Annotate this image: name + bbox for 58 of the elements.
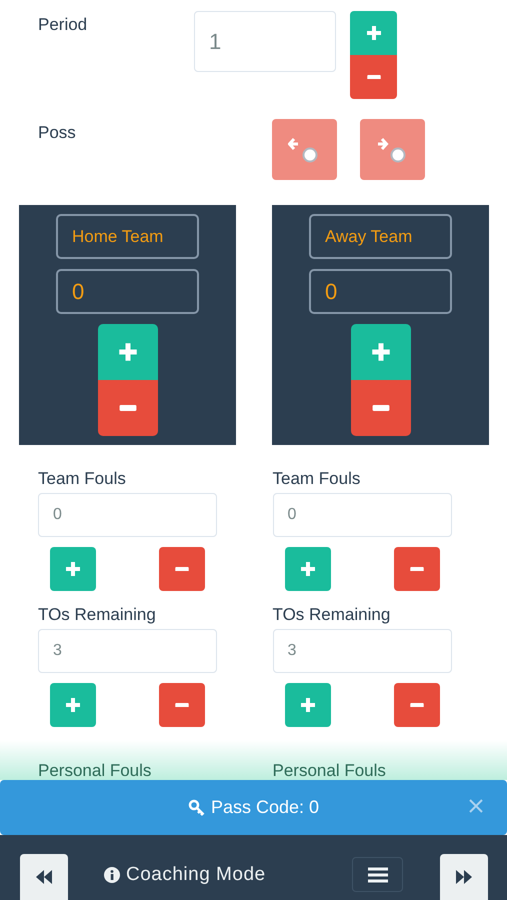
- plus-icon: [300, 697, 316, 713]
- decrement-button[interactable]: [159, 547, 205, 591]
- plus-icon: [65, 561, 81, 577]
- stat-field[interactable]: 0: [38, 493, 217, 537]
- rewind-button[interactable]: [20, 854, 68, 900]
- stat-field[interactable]: 3: [38, 629, 217, 673]
- stat-label: Team Fouls: [272, 469, 362, 489]
- stat-field[interactable]: 0: [272, 493, 452, 537]
- personal-fouls-label: Personal Fouls: [272, 762, 387, 780]
- menu-icon: [368, 866, 388, 882]
- minus-icon: [366, 74, 382, 80]
- score-decrement-button[interactable]: [98, 380, 158, 436]
- pass-code-text: Pass Code: 0: [210, 797, 320, 818]
- stat-field[interactable]: 3: [272, 629, 452, 673]
- minus-icon: [118, 405, 138, 411]
- fast-forward-button[interactable]: [440, 854, 488, 900]
- increment-button[interactable]: [50, 547, 96, 591]
- fast-forward-icon: [455, 870, 473, 884]
- close-icon: [468, 798, 484, 814]
- info-icon: [104, 866, 120, 882]
- team-name-field[interactable]: Home Team: [56, 214, 199, 259]
- decrement-button[interactable]: [394, 683, 440, 727]
- possession-button[interactable]: [272, 119, 337, 180]
- minus-icon: [408, 566, 424, 572]
- possession-label: Poss: [38, 123, 77, 143]
- decrement-button[interactable]: [350, 55, 397, 99]
- increment-button[interactable]: [284, 547, 330, 591]
- stat-label: TOs Remaining: [38, 605, 157, 625]
- minus-icon: [408, 702, 424, 708]
- plus-icon: [118, 342, 138, 362]
- key-icon: [188, 798, 206, 816]
- score-field[interactable]: 0: [56, 269, 199, 314]
- mode-label: Coaching Mode: [126, 862, 266, 886]
- plus-icon: [370, 342, 390, 362]
- stat-label: TOs Remaining: [272, 605, 392, 625]
- plus-icon: [65, 697, 81, 713]
- score-increment-button[interactable]: [98, 324, 158, 380]
- minus-icon: [174, 566, 190, 572]
- period-label: Period: [38, 15, 88, 35]
- period-field[interactable]: 1: [194, 11, 336, 72]
- minus-icon: [174, 702, 190, 708]
- stat-label: Team Fouls: [38, 469, 127, 489]
- personal-fouls-label: Personal Fouls: [38, 762, 152, 780]
- increment-button[interactable]: [284, 683, 330, 727]
- rewind-icon: [35, 870, 53, 884]
- decrement-button[interactable]: [394, 547, 440, 591]
- increment-button[interactable]: [350, 11, 397, 55]
- score-decrement-button[interactable]: [350, 380, 410, 436]
- possession-button[interactable]: [360, 119, 425, 180]
- team-name-field[interactable]: Away Team: [309, 214, 452, 259]
- plus-icon: [300, 561, 316, 577]
- score-field[interactable]: 0: [309, 269, 452, 314]
- plus-icon: [366, 25, 382, 41]
- decrement-button[interactable]: [159, 683, 205, 727]
- increment-button[interactable]: [50, 683, 96, 727]
- menu-button[interactable]: [352, 857, 403, 892]
- score-increment-button[interactable]: [350, 324, 410, 380]
- minus-icon: [370, 405, 390, 411]
